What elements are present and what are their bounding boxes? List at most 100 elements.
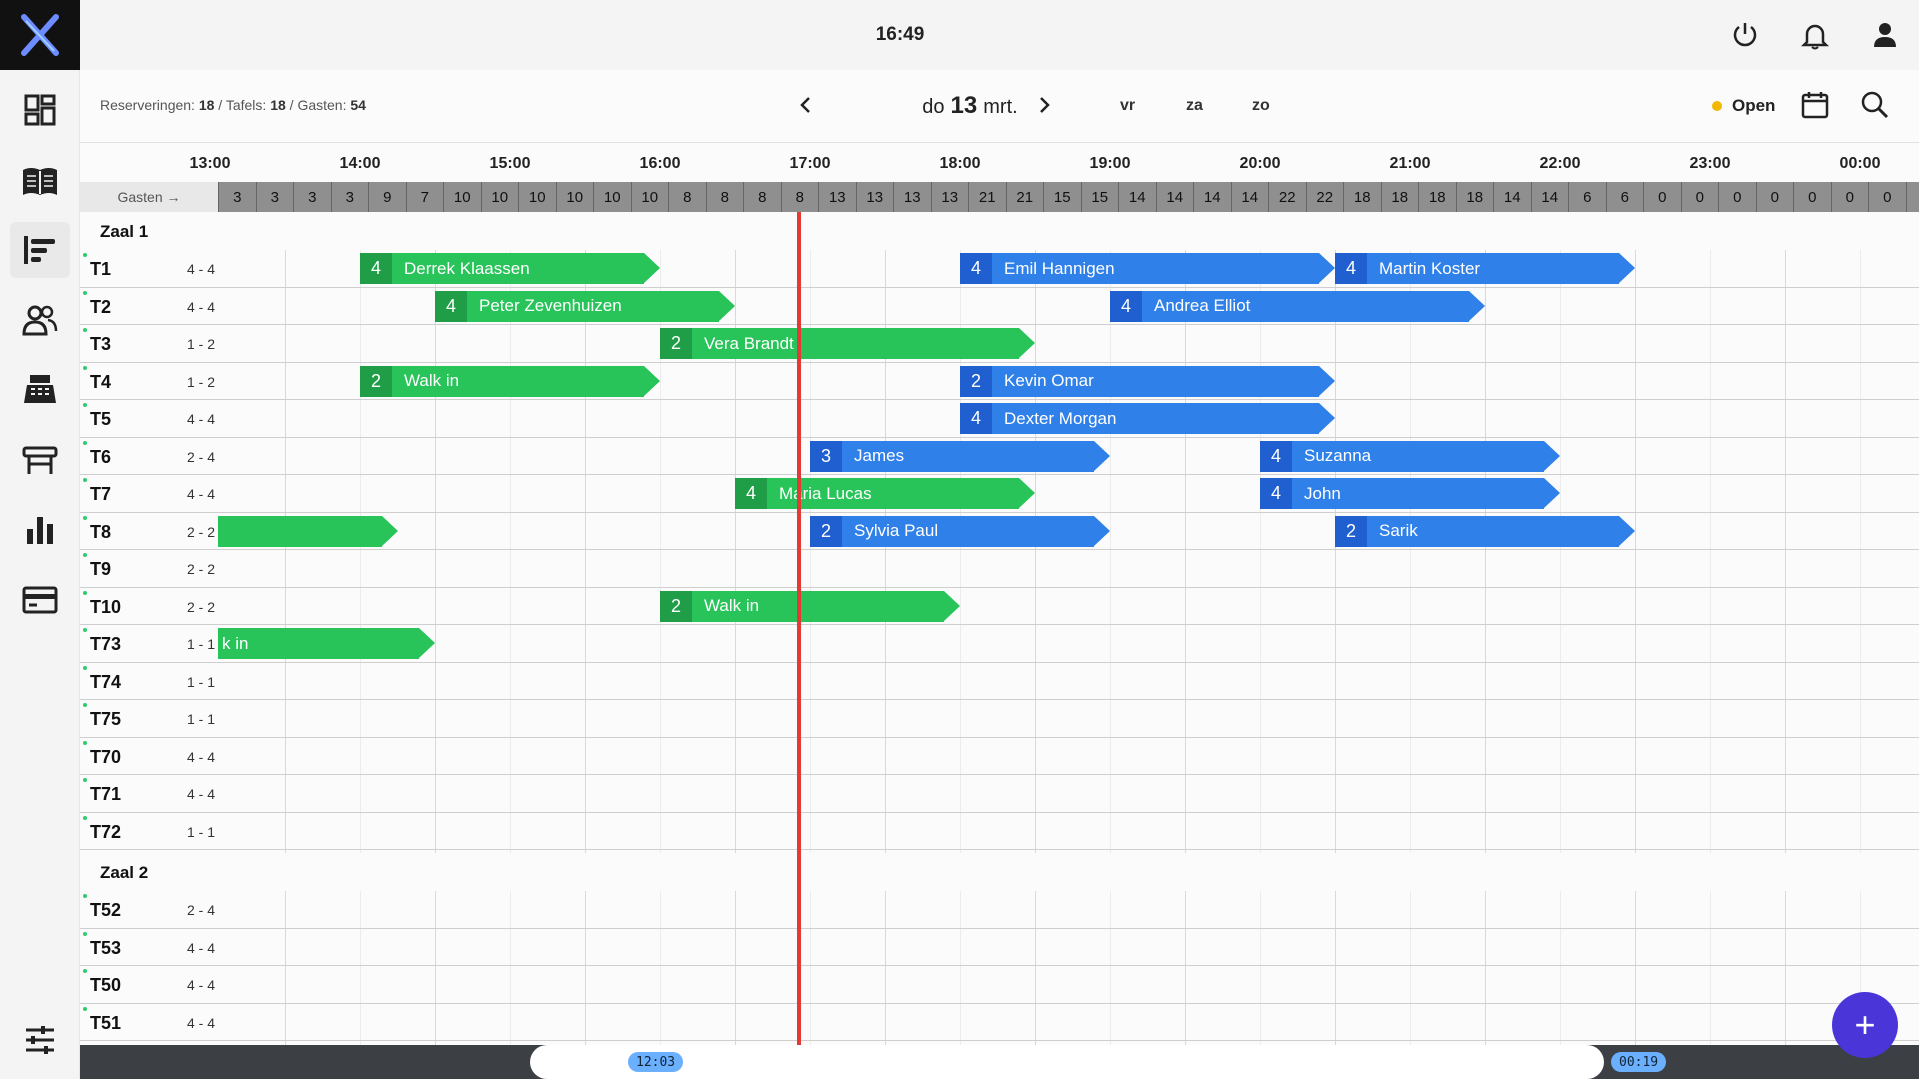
register-icon	[24, 375, 56, 403]
zone-name: Zaal 1	[100, 222, 149, 241]
reservation-arrow-tip	[644, 365, 660, 396]
table-capacity: 4 - 4	[186, 486, 215, 502]
table-name: T72	[90, 821, 122, 842]
reservation-block[interactable]: 4 Emil Hannigen	[960, 253, 1335, 284]
reservation-block[interactable]: 4 John	[1260, 478, 1560, 509]
table-row[interactable]: T71 4 - 4	[80, 775, 1919, 813]
reservation-block[interactable]: 3 James	[810, 440, 1110, 472]
timeline-hours: 13:00 14:00 15:00 16:00 17:00 18:00 19:00 20:00…	[80, 142, 1919, 182]
table-row[interactable]: T51 4 - 4	[80, 1004, 1919, 1041]
sidebar-item-settings[interactable]	[10, 1012, 70, 1068]
reservation-arrow-tip	[1619, 515, 1635, 546]
reservation-guest-count: 4	[1260, 440, 1292, 472]
table-row[interactable]: T53 4 - 4	[80, 929, 1919, 966]
guests-slot-cell: 0	[1718, 182, 1756, 212]
reservation-block[interactable]: 4 Suzanna	[1260, 440, 1560, 472]
add-reservation-button[interactable]: +	[1832, 992, 1898, 1058]
table-row[interactable]: T75 1 - 1	[80, 700, 1919, 738]
table-row[interactable]: T9 2 - 2	[80, 550, 1919, 588]
guests-slot-cell: 22	[1305, 182, 1344, 212]
search-button[interactable]	[1858, 88, 1892, 122]
guests-slot-cell: 18	[1418, 182, 1456, 212]
guests-slot-cell: 0	[1830, 182, 1869, 212]
guests-slot-cell: 8	[668, 182, 706, 212]
guests-slot-cell: 10	[630, 182, 669, 212]
sidebar-item-timeline[interactable]	[10, 222, 70, 278]
table-name: T4	[90, 371, 112, 392]
calendar-button[interactable]	[1798, 88, 1832, 122]
reservation-block[interactable]: 2 Walk in	[360, 365, 660, 397]
reservation-name: Suzanna	[1304, 446, 1372, 465]
table-row[interactable]: T10 2 - 2	[80, 588, 1919, 625]
reservation-block[interactable]: 2 Kevin Omar	[960, 365, 1335, 397]
reservation-block[interactable]	[218, 515, 398, 547]
day-button-za[interactable]: za	[1186, 97, 1203, 115]
reservation-block[interactable]: 2 Walk in	[660, 590, 960, 622]
power-button[interactable]	[1728, 18, 1762, 52]
table-row[interactable]: T2 4 - 4	[80, 288, 1919, 325]
reservation-block[interactable]: 2 Sylvia Paul	[810, 515, 1110, 547]
reservation-name: k in	[222, 633, 249, 653]
table-name: T8	[90, 521, 112, 542]
account-button[interactable]	[1868, 18, 1902, 52]
sidebar-item-stats[interactable]	[10, 502, 70, 558]
reservation-arrow-tip	[1094, 515, 1110, 546]
reservation-arrow-tip	[1019, 478, 1035, 508]
table-status-dot-icon	[83, 778, 87, 782]
current-time-indicator	[797, 212, 801, 1045]
sidebar-item-register[interactable]	[10, 362, 70, 418]
day-button-vr[interactable]: vr	[1120, 97, 1135, 115]
table-row[interactable]: T50 4 - 4	[80, 966, 1919, 1004]
reservation-block[interactable]: 4 Andrea Elliot	[1110, 290, 1485, 322]
table-name: T74	[90, 671, 122, 692]
app-logo[interactable]	[0, 0, 80, 70]
reservation-block[interactable]: 4 Derrek Klaassen	[360, 253, 660, 284]
prev-day-button[interactable]	[790, 90, 820, 120]
guests-slot-cell: 0	[1905, 182, 1919, 212]
guests-slot-cell: 14	[1230, 182, 1269, 212]
reservation-name: Martin Koster	[1379, 258, 1481, 278]
table-status-dot-icon	[83, 365, 87, 370]
guests-per-slot-label[interactable]: Gasten →	[80, 182, 218, 212]
reservation-block[interactable]: 4 Martin Koster	[1335, 253, 1635, 284]
table-status-dot-icon	[83, 590, 87, 595]
table-capacity: 4 - 4	[186, 748, 215, 765]
guests-per-slot-row: Gasten → 3 3 3 3 9 7 10 10 10 10 10 10 8 8 8 8 13 13 13 13 2…	[80, 182, 1919, 212]
sidebar-item-dashboard[interactable]	[10, 82, 70, 138]
table-status-dot-icon	[83, 703, 87, 707]
day-button-zo[interactable]: zo	[1252, 97, 1270, 115]
status-indicator[interactable]: Open	[1712, 96, 1775, 116]
reservation-block[interactable]: k in	[218, 628, 435, 659]
reservation-block[interactable]: 4 Maria Lucas	[735, 478, 1035, 509]
reservation-guest-count: 4	[1110, 290, 1142, 322]
reservation-block[interactable]: 4 Dexter Morgan	[960, 403, 1335, 434]
notifications-button[interactable]	[1798, 18, 1832, 52]
guests-slot-cell: 15	[1043, 182, 1081, 212]
current-time: 16:49	[875, 24, 925, 45]
table-status-dot-icon	[83, 969, 87, 973]
table-status-dot-icon	[83, 403, 87, 407]
reservation-arrow-tip	[1319, 403, 1335, 433]
table-row[interactable]: T74 1 - 1	[80, 663, 1919, 700]
range-start-chip[interactable]: 12:03	[628, 1052, 684, 1072]
table-capacity: 2 - 2	[186, 598, 215, 615]
sidebar-item-tables[interactable]	[10, 432, 70, 488]
table-row[interactable]: T52 2 - 4	[80, 891, 1919, 929]
sidebar-item-guests[interactable]	[10, 292, 70, 348]
sidebar-item-reservations-book[interactable]	[10, 154, 70, 210]
time-range-scrollbar[interactable]	[530, 1045, 1604, 1079]
range-end-chip[interactable]: 00:19	[1611, 1052, 1667, 1072]
status-dot-icon	[1712, 101, 1722, 111]
table-capacity: 1 - 1	[186, 636, 215, 652]
table-name: T2	[90, 296, 112, 317]
table-capacity: 4 - 4	[186, 786, 215, 802]
table-status-dot-icon	[83, 328, 87, 332]
table-row[interactable]: T70 4 - 4	[80, 738, 1919, 775]
date-day: do	[922, 96, 945, 118]
reservation-block[interactable]: 4 Peter Zevenhuizen	[435, 290, 735, 322]
table-row[interactable]: T72 1 - 1	[80, 813, 1919, 850]
reservation-block[interactable]: 2 Sarik	[1335, 515, 1635, 547]
reservation-block[interactable]: 2 Vera Brandt	[660, 328, 1035, 359]
sidebar-item-cards[interactable]	[10, 572, 70, 628]
next-day-button[interactable]	[1030, 90, 1060, 120]
